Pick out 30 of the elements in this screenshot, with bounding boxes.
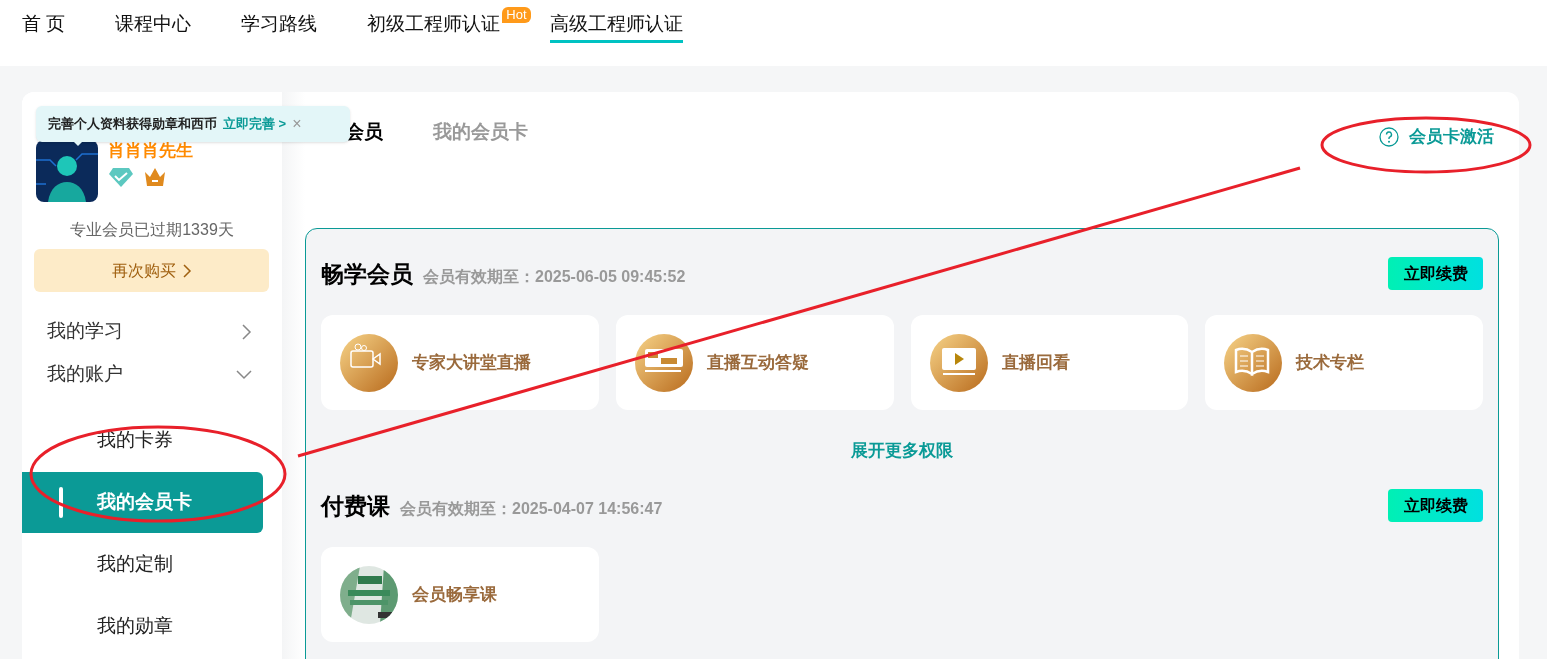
submenu-item[interactable]: 我的勋章 <box>22 596 263 657</box>
benefit-card[interactable]: 直播互动答疑 <box>615 315 894 410</box>
nav-link[interactable]: 课程中心 <box>115 10 192 43</box>
benefit-label: 技术专栏 <box>1296 351 1365 374</box>
submenu-item[interactable]: 我的定制 <box>22 534 263 595</box>
benefit-card[interactable]: 直播回看 <box>910 315 1189 410</box>
section-title: 畅学会员 <box>321 259 413 289</box>
nav-link[interactable]: 高级工程师认证 <box>550 10 684 43</box>
renew-button[interactable]: 立即续费 <box>1388 257 1483 291</box>
menu-item[interactable]: 我的账户 <box>22 353 282 396</box>
benefit-label: 会员畅享课 <box>412 583 497 606</box>
hot-badge: Hot <box>502 7 531 23</box>
benefit-label: 直播互动答疑 <box>706 351 809 374</box>
benefit-card[interactable]: 会员畅享课 <box>321 547 599 642</box>
benefit-card[interactable]: 技术专栏 <box>1205 315 1483 410</box>
nav-link[interactable]: 首 页 <box>22 10 66 43</box>
expiry-text: 专业会员已过期1339天 <box>69 220 235 240</box>
nav-link[interactable]: 学习路线 <box>241 10 318 43</box>
user-name: 肖肖肖先生 <box>108 140 193 162</box>
benefit-label: 专家大讲堂直播 <box>412 351 531 374</box>
benefit-card[interactable]: 专家大讲堂直播 <box>321 315 599 410</box>
expiry-date: 会员有效期至：2025-04-07 14:56:47 <box>400 499 663 519</box>
section-title: 付费课 <box>321 491 390 521</box>
renew-button[interactable]: 立即续费 <box>1388 489 1483 523</box>
expiry-date: 会员有效期至：2025-06-05 09:45:52 <box>423 267 686 287</box>
menu-item[interactable]: 我的学习 <box>22 310 282 353</box>
benefit-label: 直播回看 <box>1001 351 1070 374</box>
nav-link[interactable]: 初级工程师认证 <box>367 10 501 43</box>
buy-again-button[interactable]: 再次购买 <box>34 249 269 292</box>
tooltip-text: 完善个人资料获得勋章和西币 <box>48 115 217 134</box>
